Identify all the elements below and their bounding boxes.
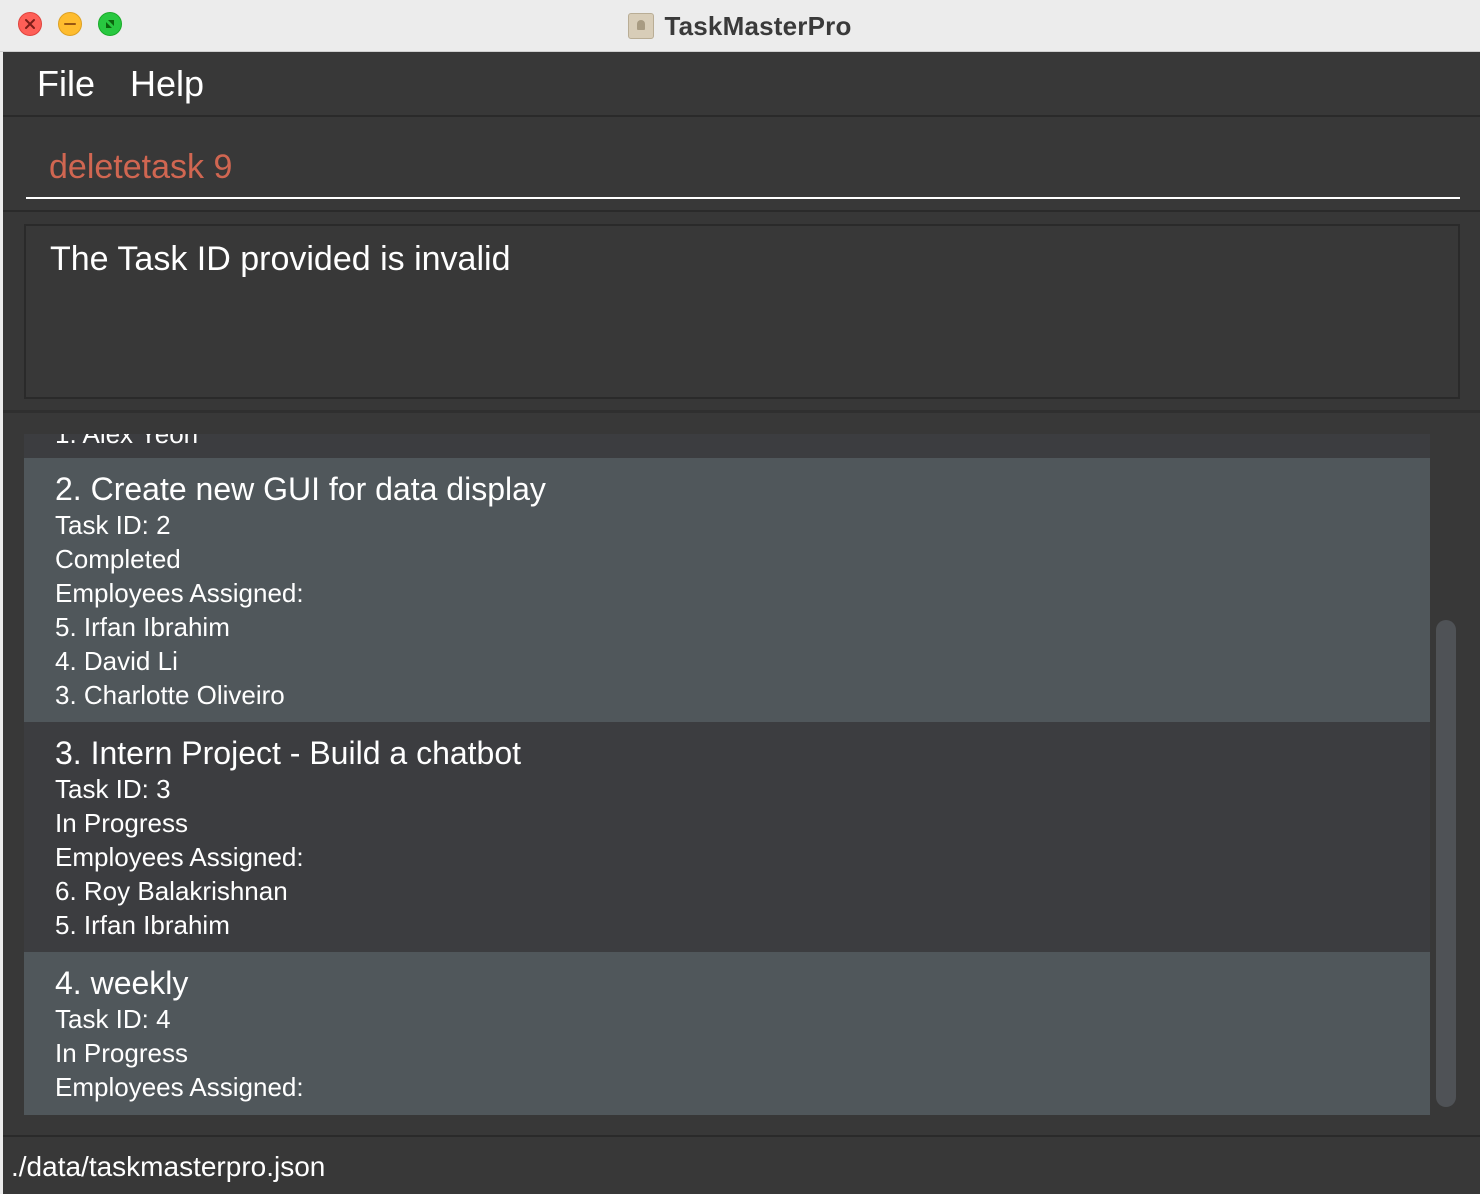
employee-line: 5. Irfan Ibrahim — [55, 910, 230, 940]
command-input[interactable] — [26, 137, 1460, 199]
task-id: Task ID: 3 — [55, 774, 171, 804]
task-card-partial[interactable]: 1. Alex Yeoh — [24, 434, 1430, 458]
result-display: The Task ID provided is invalid — [24, 224, 1460, 399]
task-id: Task ID: 4 — [55, 1004, 171, 1034]
menu-help[interactable]: Help — [130, 62, 204, 106]
data-file-path: ./data/taskmasterpro.json — [11, 1151, 326, 1182]
task-card[interactable]: 4. weekly Task ID: 4 In Progress Employe… — [24, 952, 1430, 1115]
task-list-panel: 1. Alex Yeoh 2. Create new GUI for data … — [3, 410, 1480, 1135]
task-card[interactable]: 3. Intern Project - Build a chatbot Task… — [24, 722, 1430, 952]
task-card[interactable]: 2. Create new GUI for data display Task … — [24, 458, 1430, 722]
command-box — [3, 117, 1480, 212]
task-title: 3. Intern Project - Build a chatbot — [55, 735, 522, 771]
task-list[interactable]: 1. Alex Yeoh 2. Create new GUI for data … — [24, 434, 1430, 1115]
task-status: In Progress — [55, 1038, 188, 1068]
employees-label: Employees Assigned: — [55, 578, 304, 608]
menu-file[interactable]: File — [37, 62, 95, 106]
task-status: Completed — [55, 544, 181, 574]
menu-bar: File Help — [3, 52, 1480, 117]
status-bar: ./data/taskmasterpro.json — [3, 1135, 1480, 1194]
employee-line: 5. Irfan Ibrahim — [55, 612, 230, 642]
task-status: In Progress — [55, 808, 188, 838]
title-bar: TaskMasterPro — [0, 0, 1480, 52]
task-title: 2. Create new GUI for data display — [55, 471, 546, 507]
app-document-icon — [628, 13, 655, 39]
employee-line: 4. David Li — [55, 646, 178, 676]
employee-line: 1. Alex Yeoh — [55, 434, 199, 449]
task-id: Task ID: 2 — [55, 510, 171, 540]
title-group: TaskMasterPro — [0, 0, 1480, 52]
employee-line: 3. Charlotte Oliveiro — [55, 680, 285, 710]
employees-label: Employees Assigned: — [55, 1072, 304, 1102]
employees-label: Employees Assigned: — [55, 842, 304, 872]
result-message: The Task ID provided is invalid — [50, 240, 511, 278]
employee-line: 6. Roy Balakrishnan — [55, 876, 288, 906]
task-title: 4. weekly — [55, 965, 189, 1001]
app-window: File Help The Task ID provided is invali… — [3, 52, 1480, 1194]
window-title: TaskMasterPro — [664, 10, 852, 41]
scrollbar-thumb[interactable] — [1436, 620, 1456, 1107]
